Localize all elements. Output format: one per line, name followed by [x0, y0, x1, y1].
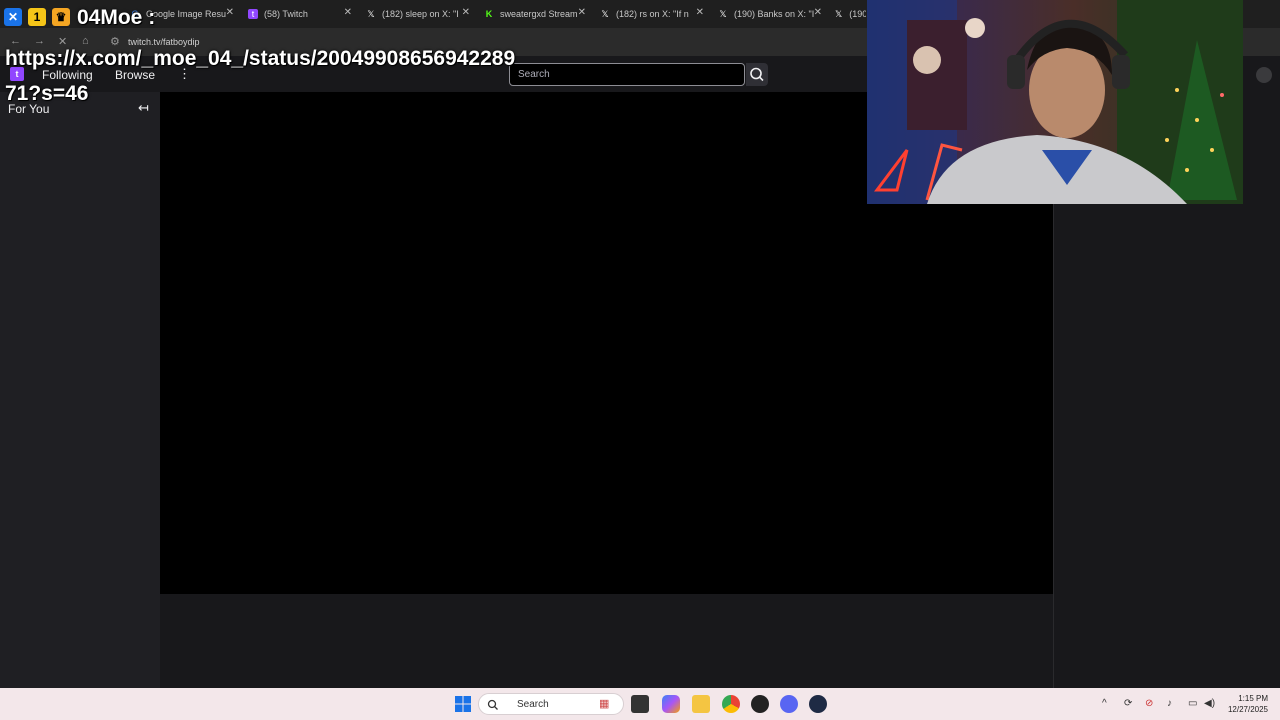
- search-icon: [487, 699, 498, 710]
- overlay-url-text: https://x.com/_moe_04_/status/2004990865…: [5, 47, 516, 105]
- task-view-icon[interactable]: [631, 695, 649, 713]
- twitch-icon: t: [248, 9, 258, 19]
- search-icon: [750, 67, 764, 82]
- x-logo-icon: 𝕏: [835, 9, 843, 19]
- browser-tab-active[interactable]: t (58) Twitch ✕: [248, 4, 352, 24]
- microphone-icon[interactable]: ♪: [1167, 698, 1172, 709]
- tray-app-icon[interactable]: ⟳: [1124, 698, 1132, 709]
- kick-icon: K: [485, 9, 493, 19]
- overlay-icons: ✕ 1 ♛: [4, 8, 70, 26]
- webcam-image: [867, 0, 1243, 204]
- search-button[interactable]: [746, 63, 768, 86]
- crown-icon: ♛: [52, 8, 70, 26]
- channel-info-area: [160, 594, 1053, 688]
- x-logo-icon: 𝕏: [601, 9, 609, 19]
- left-sidebar: For You ↤: [0, 92, 160, 688]
- network-icon[interactable]: ▭: [1188, 698, 1197, 709]
- x-logo-icon: 𝕏: [719, 9, 727, 19]
- avatar[interactable]: [1256, 67, 1272, 83]
- browser-tab[interactable]: 𝕏 (190: [834, 4, 866, 24]
- tray-app-icon[interactable]: ⊘: [1145, 698, 1153, 709]
- clock-time: 1:15 PM: [1238, 694, 1268, 703]
- close-tab-icon[interactable]: ✕: [462, 7, 470, 18]
- app-icon[interactable]: [751, 695, 769, 713]
- close-tab-icon[interactable]: ✕: [814, 7, 822, 18]
- browser-tab[interactable]: K sweatergxd Stream ✕: [484, 4, 586, 24]
- show-hidden-icons-icon[interactable]: ^: [1102, 698, 1107, 709]
- clock-date: 12/27/2025: [1227, 705, 1268, 714]
- chrome-icon[interactable]: [722, 695, 740, 713]
- webcam-feed: [867, 0, 1243, 204]
- taskbar-search-input[interactable]: Search ▦: [478, 693, 624, 715]
- app-icon: ✕: [4, 8, 22, 26]
- file-explorer-icon[interactable]: [692, 695, 710, 713]
- browser-tab[interactable]: 𝕏 (190) Banks on X: "I ✕: [718, 4, 822, 24]
- windows-start-icon[interactable]: [454, 695, 472, 713]
- x-logo-icon: 𝕏: [367, 9, 375, 19]
- search-highlight-icon: ▦: [599, 698, 610, 710]
- close-tab-icon[interactable]: ✕: [578, 7, 586, 18]
- app-icon: 1: [28, 8, 46, 26]
- windows-taskbar: Search ▦ ^ ⟳ ⊘ ♪ ▭ ◀) 1:15 PM 12/27/2025: [0, 688, 1280, 720]
- volume-icon[interactable]: ◀): [1204, 698, 1215, 709]
- browser-tab[interactable]: 𝕏 (182) sleep on X: "I ✕: [366, 4, 470, 24]
- close-tab-icon[interactable]: ✕: [226, 7, 234, 18]
- browser-tab[interactable]: 𝕏 (182) rs on X: "If n ✕: [600, 4, 704, 24]
- discord-icon[interactable]: [780, 695, 798, 713]
- close-tab-icon[interactable]: ✕: [696, 7, 704, 18]
- copilot-icon[interactable]: [662, 695, 680, 713]
- search-input[interactable]: Search: [509, 63, 745, 86]
- app-icon[interactable]: [809, 695, 827, 713]
- close-tab-icon[interactable]: ✕: [344, 7, 352, 18]
- clock[interactable]: 1:15 PM 12/27/2025: [1222, 693, 1268, 715]
- overlay-username: 04Moe :: [77, 6, 156, 29]
